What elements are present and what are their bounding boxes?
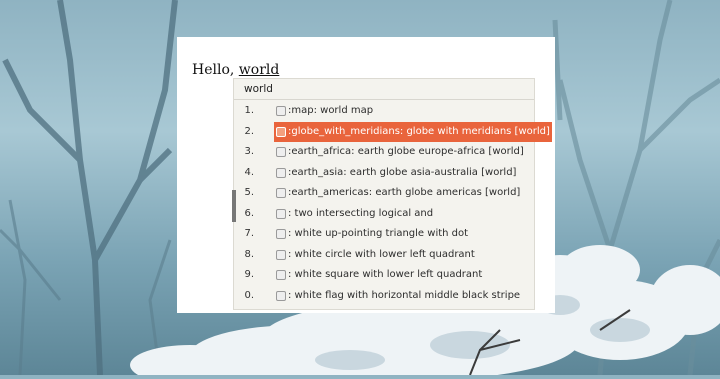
completion-item[interactable]: 7. : white up-pointing triangle with dot xyxy=(234,224,534,245)
completion-query: world xyxy=(234,79,534,100)
triangle-dot-icon xyxy=(276,229,286,239)
editor-current-word: world xyxy=(238,62,280,78)
completion-item[interactable]: 0. : white flag with horizontal middle bl… xyxy=(234,286,534,307)
editor-greeting: Hello, xyxy=(192,62,235,78)
earth-asia-icon xyxy=(276,167,286,178)
completion-item-number: 5. xyxy=(244,187,254,198)
editor-content[interactable]: Hello, world xyxy=(192,62,279,78)
completion-item-label: : white square with lower left quadrant xyxy=(288,269,483,280)
completion-item-number: 0. xyxy=(244,289,254,301)
earth-africa-icon xyxy=(276,147,286,157)
completion-item-label: :map: world map xyxy=(288,105,374,116)
circle-quadrant-icon xyxy=(276,249,286,260)
map-icon xyxy=(276,106,286,116)
completion-item-label: :globe_with_meridians: globe with meridi… xyxy=(274,121,552,142)
completion-item-label: : white flag with horizontal middle blac… xyxy=(288,289,521,301)
flag-stripe-icon xyxy=(276,290,286,301)
completion-item-label: : two intersecting logical and xyxy=(288,207,434,219)
completion-item-number: 4. xyxy=(244,166,254,178)
completion-item[interactable]: 4. :earth_asia: earth globe asia-australi… xyxy=(234,163,534,184)
completion-item-label: :earth_americas: earth globe americas [w… xyxy=(288,187,521,198)
completion-item-label: :earth_africa: earth globe europe-africa… xyxy=(288,146,524,157)
completion-item-number: 9. xyxy=(244,269,254,280)
completion-item[interactable]: 6. : two intersecting logical and xyxy=(234,204,534,225)
completion-item-number: 7. xyxy=(244,228,254,239)
completion-item-label: : white up-pointing triangle with dot xyxy=(288,228,469,239)
square-quadrant-icon xyxy=(276,270,286,280)
completion-list: 1. :map: world map 2. :globe_with_meridians… xyxy=(234,101,552,307)
completion-item-label: :earth_asia: earth globe asia-australia … xyxy=(288,166,517,178)
completion-item[interactable]: 1. :map: world map xyxy=(234,101,534,122)
completion-item[interactable]: 5. :earth_americas: earth globe americas … xyxy=(234,183,534,204)
completion-item[interactable]: 8. : white circle with lower left quadran… xyxy=(234,245,534,266)
completion-item-number: 6. xyxy=(244,207,254,219)
text-editor-window[interactable]: Hello, world world 1. :map: world map 2. :g… xyxy=(177,37,555,313)
logical-and-icon xyxy=(276,208,286,219)
earth-americas-icon xyxy=(276,188,286,198)
emoji-completion-popup[interactable]: world 1. :map: world map 2. :globe_with_mer… xyxy=(232,78,552,310)
completion-item-number: 3. xyxy=(244,146,254,157)
completion-item-number: 2. xyxy=(244,125,254,137)
completion-item-number: 8. xyxy=(244,248,254,260)
completion-item[interactable]: 9. : white square with lower left quadran… xyxy=(234,265,534,286)
completion-item-label: : white circle with lower left quadrant xyxy=(288,248,475,260)
completion-item[interactable]: 3. :earth_africa: earth globe europe-afri… xyxy=(234,142,534,163)
completion-item[interactable]: 2. :globe_with_meridians: globe with meri… xyxy=(234,121,552,142)
completion-item-number: 1. xyxy=(244,105,254,116)
globe-with-meridians-icon xyxy=(276,126,286,137)
